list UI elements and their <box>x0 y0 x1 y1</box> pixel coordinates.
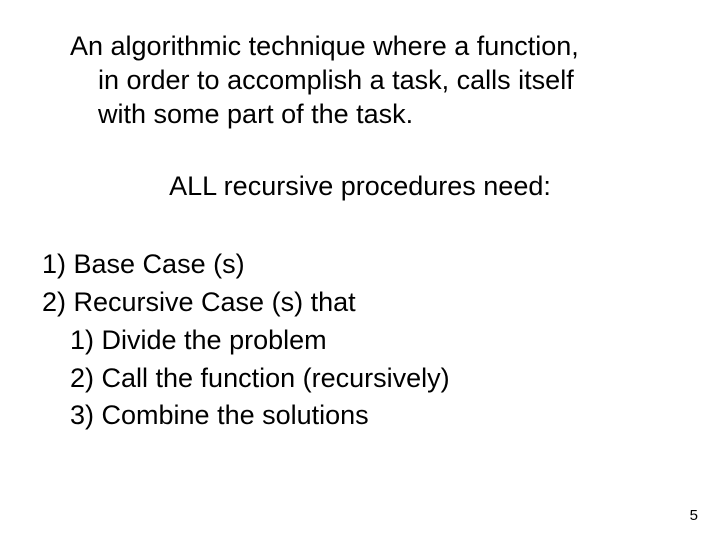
sublist-item-combine: 3) Combine the solutions <box>42 397 680 435</box>
procedure-list: 1) Base Case (s) 2) Recursive Case (s) t… <box>42 246 680 435</box>
definition-paragraph: An algorithmic technique where a functio… <box>70 30 680 131</box>
page-number: 5 <box>690 507 698 524</box>
sublist-item-divide: 1) Divide the problem <box>42 322 680 360</box>
definition-line-1: An algorithmic technique where a functio… <box>70 30 680 64</box>
list-item-base-case: 1) Base Case (s) <box>42 246 680 284</box>
sublist-item-call: 2) Call the function (recursively) <box>42 360 680 398</box>
slide-container: An algorithmic technique where a functio… <box>0 0 720 540</box>
definition-line-3: with some part of the task. <box>70 98 680 132</box>
section-heading: ALL recursive procedures need: <box>40 171 680 202</box>
list-item-recursive-case: 2) Recursive Case (s) that <box>42 284 680 322</box>
definition-line-2: in order to accomplish a task, calls its… <box>70 64 680 98</box>
